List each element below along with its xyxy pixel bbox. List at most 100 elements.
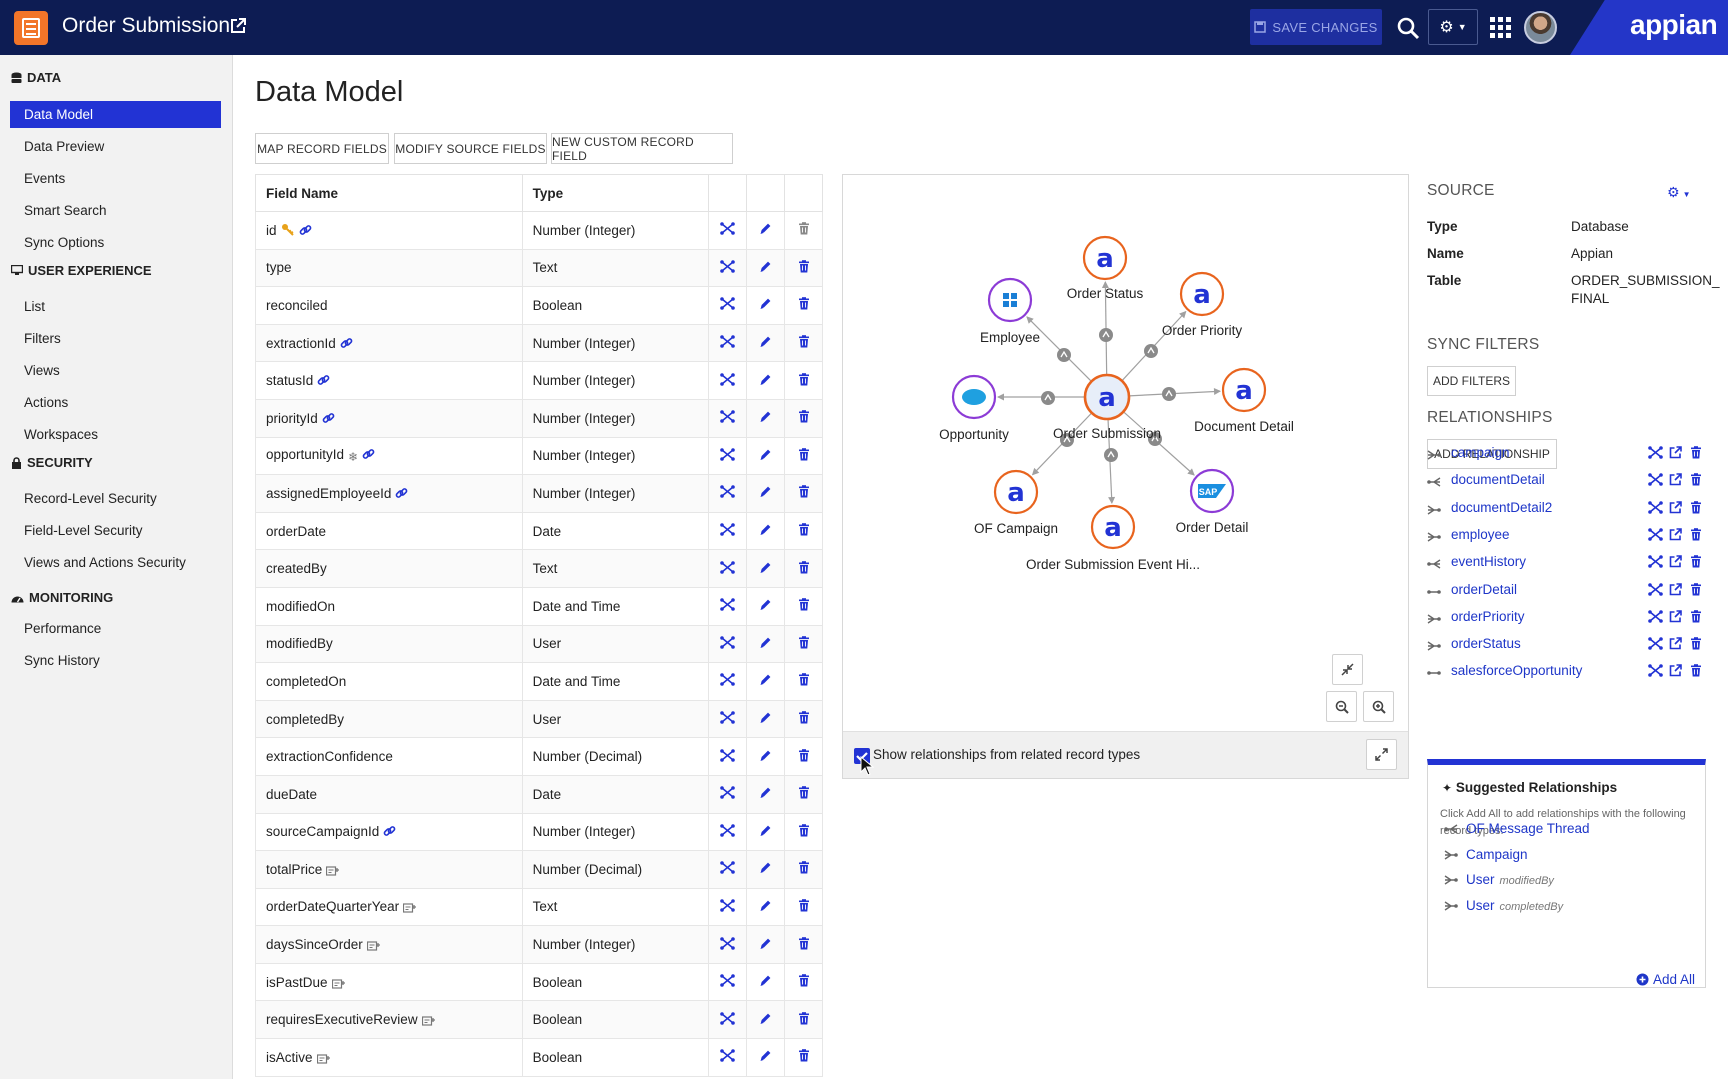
settings-menu-button[interactable]: ⚙ ▼ [1428,9,1478,45]
relationship-icon[interactable] [1648,446,1663,464]
external-link-icon[interactable] [1669,500,1682,519]
sidebar-item-events[interactable]: Events [10,165,221,192]
trash-icon[interactable] [798,372,810,389]
edge-midpoint-icon[interactable] [1041,391,1055,405]
trash-icon[interactable] [798,485,810,501]
relationship-name-link[interactable]: orderPriority [1451,609,1525,624]
relationship-icon[interactable] [1648,664,1663,682]
trash-icon[interactable] [1690,664,1702,682]
edge-midpoint-icon[interactable] [1162,387,1176,401]
relationship-icon[interactable] [720,974,735,990]
suggested-item[interactable]: User modifiedBy [1444,872,1554,888]
relationship-name-link[interactable]: campaign [1451,445,1510,460]
trash-icon[interactable] [798,410,810,426]
trash-icon[interactable] [1690,500,1702,519]
relationship-icon[interactable] [720,786,735,802]
sidebar-item-sync-history[interactable]: Sync History [10,647,221,674]
suggested-item[interactable]: User completedBy [1444,898,1563,914]
external-link-icon[interactable] [1669,473,1682,491]
trash-icon[interactable] [798,448,810,464]
external-link-icon[interactable] [1669,555,1682,573]
pencil-icon[interactable] [759,599,772,614]
zoom-in-button[interactable] [1363,691,1394,722]
relationship-name-link[interactable]: documentDetail2 [1451,500,1552,515]
relationship-icon[interactable] [720,1011,735,1028]
sidebar-item-list[interactable]: List [10,293,221,320]
pencil-icon[interactable] [759,825,772,840]
relationship-icon[interactable] [720,748,735,765]
relationship-name-link[interactable]: employee [1451,527,1510,542]
save-changes-button[interactable]: SAVE CHANGES [1250,9,1382,45]
pencil-icon[interactable] [759,712,772,727]
relationship-icon[interactable] [1648,637,1663,655]
external-link-icon[interactable] [1669,609,1682,628]
relationship-icon[interactable] [720,560,735,577]
trash-icon[interactable] [798,636,810,652]
edge-midpoint-icon[interactable] [1104,448,1118,462]
relationship-icon[interactable] [720,372,735,389]
show-related-label[interactable]: Show relationships from related record t… [873,747,1140,762]
relationship-name-link[interactable]: orderDetail [1451,582,1517,597]
trash-icon[interactable] [798,899,810,915]
pencil-icon[interactable] [759,449,772,464]
new-custom-record-field-button[interactable]: NEW CUSTOM RECORD FIELD [551,133,733,164]
trash-icon[interactable] [798,974,810,990]
relationship-icon[interactable] [720,335,735,351]
relationship-name-link[interactable]: orderStatus [1451,636,1521,651]
diagram-node[interactable] [987,277,1033,323]
pencil-icon[interactable] [759,900,772,915]
trash-icon[interactable] [798,936,810,953]
suggested-item-name[interactable]: Campaign [1466,847,1528,862]
relationship-icon[interactable] [720,673,735,689]
trash-icon[interactable] [798,711,810,727]
trash-icon[interactable] [798,260,810,276]
pencil-icon[interactable] [759,411,772,426]
relationship-icon[interactable] [720,936,735,953]
external-link-icon[interactable] [229,17,247,35]
external-link-icon[interactable] [1669,528,1682,546]
edge-midpoint-icon[interactable] [1144,344,1158,358]
sidebar-item-performance[interactable]: Performance [10,615,221,642]
map-record-fields-button[interactable]: MAP RECORD FIELDS [255,133,389,164]
trash-icon[interactable] [798,1049,810,1065]
relationship-icon[interactable] [1648,528,1663,546]
relationship-icon[interactable] [1648,582,1663,601]
pencil-icon[interactable] [759,750,772,765]
diagram-node[interactable]: a [993,469,1039,515]
relationship-icon[interactable] [1648,609,1663,628]
relationship-icon[interactable] [720,636,735,652]
edge-midpoint-icon[interactable] [1057,348,1071,362]
trash-icon[interactable] [798,823,810,840]
relationship-icon[interactable] [720,485,735,501]
add-all-button[interactable]: Add All [1636,972,1695,987]
relationship-icon[interactable] [720,448,735,464]
trash-icon[interactable] [798,598,810,614]
sidebar-item-data-preview[interactable]: Data Preview [10,133,221,160]
relationship-name-link[interactable]: eventHistory [1451,554,1526,569]
trash-icon[interactable] [798,523,810,539]
source-settings-button[interactable]: ⚙ ▼ [1667,184,1690,201]
diagram-node[interactable]: a [1221,367,1267,413]
trash-icon[interactable] [1690,582,1702,601]
sidebar-item-filters[interactable]: Filters [10,325,221,352]
diagram-node[interactable]: a [1082,235,1128,281]
sidebar-item-data-model[interactable]: Data Model [10,101,221,128]
relationship-icon[interactable] [720,598,735,614]
trash-icon[interactable] [798,1011,810,1028]
pencil-icon[interactable] [759,1050,772,1065]
pencil-icon[interactable] [759,486,772,501]
pencil-icon[interactable] [759,223,772,238]
zoom-out-button[interactable] [1326,691,1357,722]
trash-icon[interactable] [1690,528,1702,546]
fit-view-button[interactable] [1332,654,1363,685]
pencil-icon[interactable] [759,524,772,539]
apps-grid-icon[interactable] [1490,17,1511,38]
expand-diagram-button[interactable] [1366,739,1397,770]
trash-icon[interactable] [798,861,810,877]
diagram-node[interactable] [951,374,997,420]
relationship-icon[interactable] [1648,555,1663,573]
relationship-icon[interactable] [720,1049,735,1065]
pencil-icon[interactable] [759,261,772,276]
sidebar-item-field-level-security[interactable]: Field-Level Security [10,517,221,544]
trash-icon[interactable] [1690,446,1702,464]
